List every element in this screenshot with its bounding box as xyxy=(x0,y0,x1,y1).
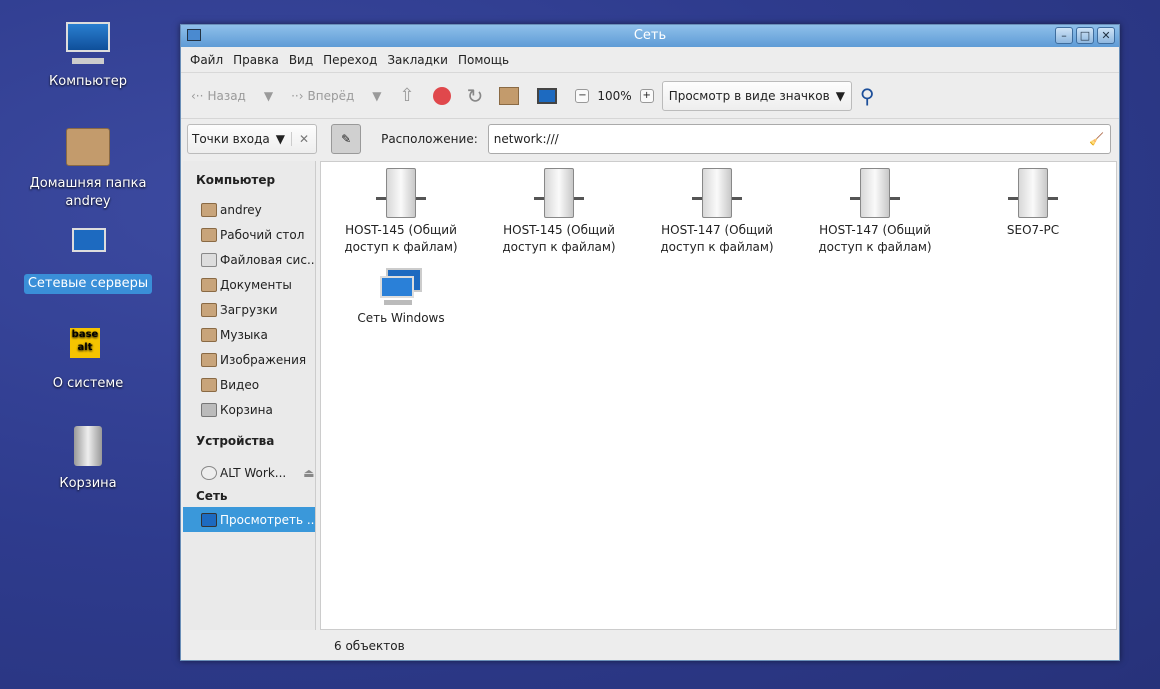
server-icon xyxy=(1018,168,1048,218)
forward-history-dropdown[interactable]: ▼ xyxy=(372,89,381,103)
home-folder-icon xyxy=(201,203,217,217)
menu-view[interactable]: Вид xyxy=(284,53,318,67)
file-manager-window: Сеть –□✕ ФайлПравкаВидПереходЗакладкиПом… xyxy=(180,24,1120,661)
forward-button[interactable]: ··›Вперёд▼ xyxy=(291,89,381,103)
clear-broom-icon[interactable]: 🧹 xyxy=(1089,132,1104,146)
sidebar-header-devices: Устройства xyxy=(183,430,315,452)
file-view: HOST-145 (Общий доступ к файлам) HOST-14… xyxy=(320,161,1117,630)
pictures-folder-icon xyxy=(201,353,217,367)
desktop-icon-computer[interactable]: Компьютер xyxy=(20,20,156,92)
menubar: ФайлПравкаВидПереходЗакладкиПомощь xyxy=(181,47,1119,73)
menu-file[interactable]: Файл xyxy=(185,53,228,67)
sidebar-item-downloads[interactable]: Загрузки xyxy=(183,297,315,322)
zoom-in-button[interactable]: + xyxy=(640,89,654,103)
status-bar: 6 объектов xyxy=(320,631,405,661)
menu-bookmarks[interactable]: Закладки xyxy=(382,53,453,67)
sidebar-header-computer: Компьютер xyxy=(183,169,315,191)
sidebar-header-network: Сеть xyxy=(183,485,315,507)
file-item-host145-1[interactable]: HOST-145 (Общий доступ к файлам) xyxy=(326,162,476,256)
view-mode-select[interactable]: Просмотр в виде значков▼ xyxy=(662,81,852,111)
desktop-icon-about[interactable]: basealtО системе xyxy=(20,322,156,394)
trash-icon xyxy=(64,422,112,470)
stop-icon[interactable] xyxy=(433,87,451,105)
location-label: Расположение: xyxy=(381,132,478,146)
server-icon xyxy=(702,168,732,218)
maximize-button[interactable]: □ xyxy=(1076,27,1094,44)
chevron-down-icon: ▼ xyxy=(836,89,845,103)
documents-folder-icon xyxy=(201,278,217,292)
zoom-out-button[interactable]: − xyxy=(575,89,589,103)
window-icon xyxy=(187,29,201,41)
file-item-seo7-pc[interactable]: SEO7-PC xyxy=(958,162,1108,239)
desktop-icon-network-servers[interactable]: Сетевые серверы xyxy=(20,222,156,294)
menu-edit[interactable]: Правка xyxy=(228,53,284,67)
search-icon[interactable]: ⚲ xyxy=(860,84,875,108)
disc-icon xyxy=(201,466,217,480)
desktop-icon-home[interactable]: Домашняя папка andrey xyxy=(20,122,156,212)
back-arrow-icon: ‹·· xyxy=(191,89,203,103)
drive-icon xyxy=(201,253,217,267)
places-select[interactable]: Точки входа▼✕ xyxy=(187,124,317,154)
reload-icon[interactable]: ↻ xyxy=(467,84,484,108)
desktop-folder-icon xyxy=(201,228,217,242)
zoom-level: 100% xyxy=(597,89,631,103)
music-folder-icon xyxy=(201,328,217,342)
downloads-folder-icon xyxy=(201,303,217,317)
close-sidebar-icon[interactable]: ✕ xyxy=(291,132,316,146)
edit-location-toggle[interactable]: ✎ xyxy=(331,124,361,154)
sidebar: Компьютер andrey Рабочий стол Файловая с… xyxy=(183,161,316,630)
sidebar-item-alt-disc[interactable]: ALT Work...⏏ xyxy=(183,460,315,485)
chevron-down-icon: ▼ xyxy=(276,132,285,146)
videos-folder-icon xyxy=(201,378,217,392)
sidebar-item-pictures[interactable]: Изображения xyxy=(183,347,315,372)
server-icon xyxy=(386,168,416,218)
menu-go[interactable]: Переход xyxy=(318,53,382,67)
file-item-host147-2[interactable]: HOST-147 (Общий доступ к файлам) xyxy=(800,162,950,256)
home-folder-icon xyxy=(64,122,112,170)
home-icon[interactable] xyxy=(499,87,519,105)
location-input[interactable]: network:///🧹 xyxy=(488,124,1111,154)
sidebar-item-home[interactable]: andrey xyxy=(183,197,315,222)
minimize-button[interactable]: – xyxy=(1055,27,1073,44)
trash-icon xyxy=(201,403,217,417)
windows-network-icon xyxy=(380,268,422,306)
file-item-windows-network[interactable]: Сеть Windows xyxy=(326,268,476,327)
eject-icon[interactable]: ⏏ xyxy=(303,466,314,480)
sidebar-item-filesystem[interactable]: Файловая сис... xyxy=(183,247,315,272)
forward-arrow-icon: ··› xyxy=(291,89,303,103)
file-item-host147-1[interactable]: HOST-147 (Общий доступ к файлам) xyxy=(642,162,792,256)
location-bar: Точки входа▼✕ ✎ Расположение: network://… xyxy=(181,119,1119,159)
back-history-dropdown[interactable]: ▼ xyxy=(264,89,273,103)
close-button[interactable]: ✕ xyxy=(1097,27,1115,44)
titlebar[interactable]: Сеть –□✕ xyxy=(181,25,1119,47)
network-icon xyxy=(64,222,112,270)
menu-help[interactable]: Помощь xyxy=(453,53,514,67)
sidebar-item-trash[interactable]: Корзина xyxy=(183,397,315,422)
back-button[interactable]: ‹··Назад▼ xyxy=(191,89,273,103)
server-icon xyxy=(544,168,574,218)
up-icon[interactable]: ⇧ xyxy=(400,85,415,106)
toolbar: ‹··Назад▼ ··›Вперёд▼ ⇧ ↻ − 100% + Просмо… xyxy=(181,73,1119,119)
computer-icon xyxy=(64,20,112,68)
sidebar-item-browse-network[interactable]: Просмотреть ... xyxy=(183,507,315,532)
file-item-host145-2[interactable]: HOST-145 (Общий доступ к файлам) xyxy=(484,162,634,256)
sidebar-item-documents[interactable]: Документы xyxy=(183,272,315,297)
network-icon xyxy=(201,513,217,527)
sidebar-item-videos[interactable]: Видео xyxy=(183,372,315,397)
sidebar-item-desktop[interactable]: Рабочий стол xyxy=(183,222,315,247)
server-icon xyxy=(860,168,890,218)
computer-icon[interactable] xyxy=(537,88,557,104)
desktop-icon-trash[interactable]: Корзина xyxy=(20,422,156,494)
basealt-logo-icon: basealt xyxy=(64,322,112,370)
sidebar-item-music[interactable]: Музыка xyxy=(183,322,315,347)
